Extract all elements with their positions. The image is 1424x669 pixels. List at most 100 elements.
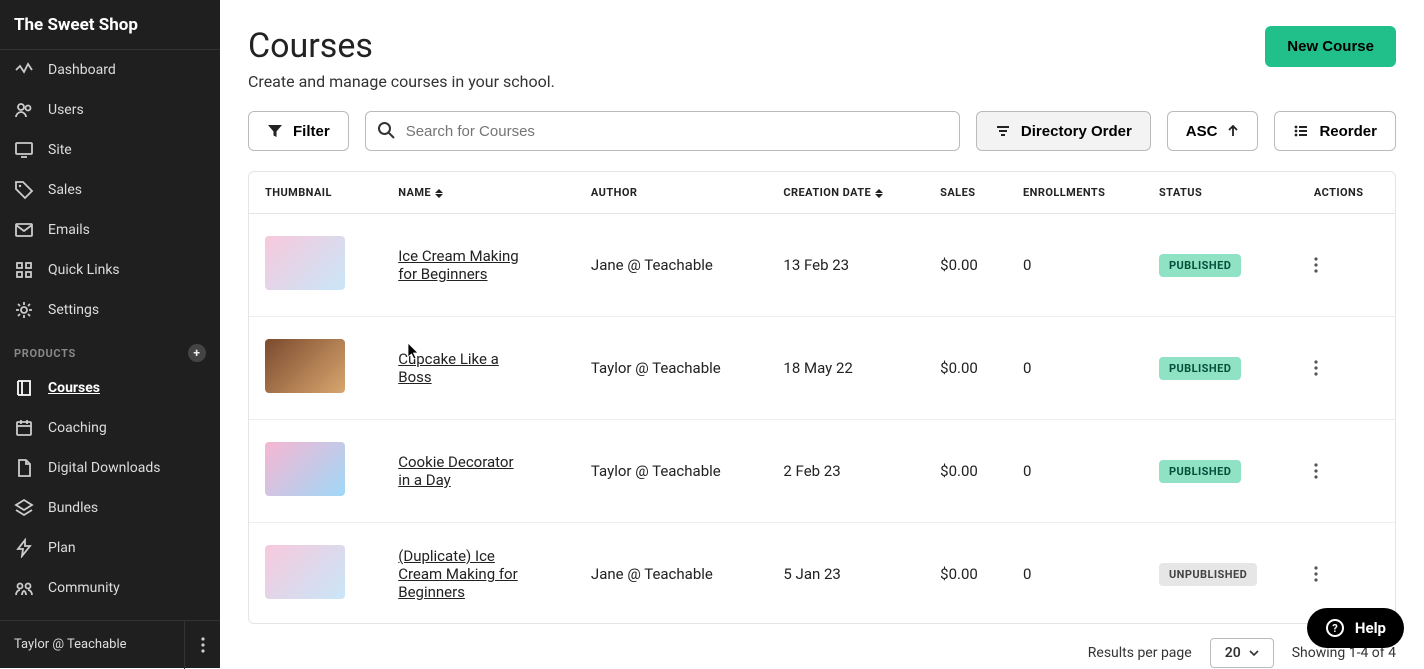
list-icon [1293,123,1309,139]
page-subtitle: Create and manage courses in your school… [248,72,555,91]
course-thumbnail[interactable] [265,545,345,599]
nav: Dashboard Users Site Sales Emails Quick Links… [0,50,220,620]
sort-dir-label: ASC [1186,123,1218,140]
nav-site[interactable]: Site [0,130,220,170]
course-enrollments: 0 [1007,317,1143,420]
course-name-link[interactable]: Cupcake Like a Boss [398,350,528,386]
table-row: (Duplicate) Ice Cream Making for Beginne… [249,523,1395,625]
sort-direction-button[interactable]: ASC [1167,111,1259,151]
new-course-button[interactable]: New Course [1265,26,1396,67]
course-sales: $0.00 [924,420,1007,523]
row-actions-button[interactable] [1298,420,1395,523]
calendar-icon [14,418,34,438]
arrow-up-icon [1227,125,1239,137]
nav-courses[interactable]: Courses [0,368,220,408]
nav-emails[interactable]: Emails [0,210,220,250]
filter-label: Filter [293,123,330,140]
courses-table: THUMBNAIL NAME AUTHOR CREATION DATE SALE… [248,171,1396,624]
col-author: AUTHOR [575,172,767,214]
col-thumbnail: THUMBNAIL [249,172,382,214]
row-actions-button[interactable] [1298,317,1395,420]
per-page-select[interactable]: 20 [1210,638,1274,668]
table-row: Ice Cream Making for Beginners Jane @ Tea… [249,214,1395,317]
mail-icon [14,220,34,240]
nav-label: Sales [48,182,82,198]
brand-title: The Sweet Shop [0,0,220,50]
add-product-button[interactable]: + [188,344,206,362]
nav-label: Emails [48,222,90,238]
search-input[interactable] [365,111,960,151]
course-author: Taylor @ Teachable [575,420,767,523]
more-vertical-icon [1314,360,1318,376]
status-badge: PUBLISHED [1159,357,1241,380]
course-sales: $0.00 [924,523,1007,625]
course-author: Jane @ Teachable [575,214,767,317]
user-bar: Taylor @ Teachable [0,620,220,668]
bolt-icon [14,538,34,558]
course-thumbnail[interactable] [265,236,345,290]
status-badge: PUBLISHED [1159,460,1241,483]
toolbar: Filter Directory Order ASC Reorder [220,91,1424,171]
course-author: Taylor @ Teachable [575,317,767,420]
course-name-link[interactable]: (Duplicate) Ice Cream Making for Beginne… [398,547,528,601]
nav-label: Coaching [48,420,107,436]
sort-field-label: Directory Order [1021,123,1132,140]
per-page-value: 20 [1225,645,1241,661]
col-enrollments: ENROLLMENTS [1007,172,1143,214]
table-row: Cupcake Like a BossTaylor @ Teachable18 … [249,317,1395,420]
nav-label: Users [48,102,84,118]
course-thumbnail[interactable] [265,339,345,393]
more-vertical-icon [1314,463,1318,479]
products-section-header: PRODUCTS+ [0,330,220,368]
table-row: Cookie Decorator in a Day Taylor @ Teacha… [249,420,1395,523]
reorder-button[interactable]: Reorder [1274,111,1396,151]
more-vertical-icon [1314,566,1318,582]
course-sales: $0.00 [924,214,1007,317]
course-enrollments: 0 [1007,420,1143,523]
page-title: Courses [248,26,555,66]
search-icon [377,121,395,139]
nav-users[interactable]: Users [0,90,220,130]
nav-plan[interactable]: Plan [0,528,220,568]
more-vertical-icon [1314,257,1318,273]
sort-field-button[interactable]: Directory Order [976,111,1151,151]
col-creation[interactable]: CREATION DATE [767,172,924,214]
course-thumbnail[interactable] [265,442,345,496]
course-date: 13 Feb 23 [767,214,924,317]
nav-settings[interactable]: Settings [0,290,220,330]
nav-dashboard[interactable]: Dashboard [0,50,220,90]
col-name[interactable]: NAME [382,172,575,214]
nav-coaching[interactable]: Coaching [0,408,220,448]
help-icon: ? [1325,618,1345,638]
gear-icon [14,300,34,320]
nav-label: Plan [48,540,76,556]
course-author: Jane @ Teachable [575,523,767,625]
nav-bundles[interactable]: Bundles [0,488,220,528]
col-status: STATUS [1143,172,1298,214]
help-button[interactable]: ? Help [1307,608,1404,648]
course-name-link[interactable]: Ice Cream Making for Beginners [398,247,528,283]
nav-sales[interactable]: Sales [0,170,220,210]
course-name-link[interactable]: Cookie Decorator in a Day [398,453,528,489]
help-label: Help [1355,619,1386,637]
activity-icon [14,60,34,80]
nav-quick-links[interactable]: Quick Links [0,250,220,290]
course-enrollments: 0 [1007,214,1143,317]
nav-digital-downloads[interactable]: Digital Downloads [0,448,220,488]
sidebar: The Sweet Shop Dashboard Users Site Sales Em… [0,0,220,668]
reorder-label: Reorder [1319,123,1377,140]
course-date: 2 Feb 23 [767,420,924,523]
community-icon [14,578,34,598]
grid-icon [14,260,34,280]
row-actions-button[interactable] [1298,214,1395,317]
svg-text:?: ? [1332,622,1338,635]
nav-label: Site [48,142,72,158]
users-icon [14,100,34,120]
nav-label: Bundles [48,500,98,516]
filter-button[interactable]: Filter [248,111,349,151]
user-more-button[interactable] [184,621,220,669]
file-icon [14,458,34,478]
nav-community[interactable]: Community [0,568,220,608]
search-wrap [365,111,960,151]
nav-label: Dashboard [48,62,116,78]
